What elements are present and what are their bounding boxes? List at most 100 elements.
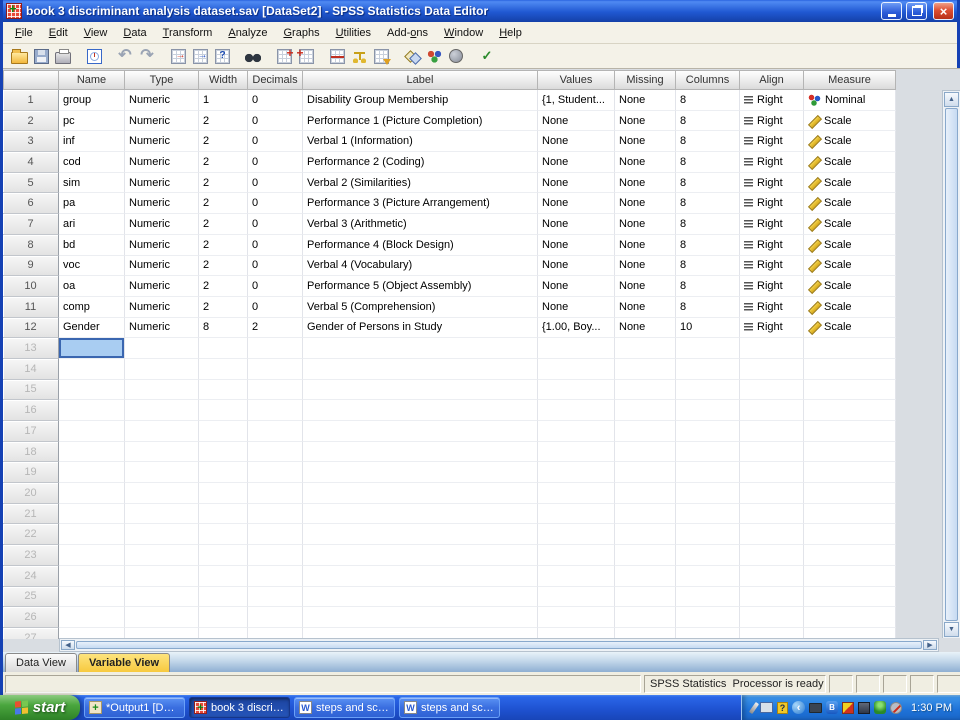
cell-name[interactable]: [59, 483, 125, 504]
row-number[interactable]: 18: [3, 442, 59, 463]
cell-name[interactable]: [59, 359, 125, 380]
cell-columns[interactable]: 8: [676, 256, 740, 277]
row-number[interactable]: 4: [3, 152, 59, 173]
cell-name[interactable]: [59, 504, 125, 525]
cell-label[interactable]: Verbal 2 (Similarities): [303, 173, 538, 194]
menu-view[interactable]: View: [76, 24, 116, 42]
header-columns[interactable]: Columns: [676, 70, 740, 90]
taskbar-task[interactable]: steps and scree...: [294, 697, 395, 718]
cell-columns[interactable]: 8: [676, 152, 740, 173]
row-number[interactable]: 26: [3, 607, 59, 628]
row-number[interactable]: 9: [3, 256, 59, 277]
cell-align[interactable]: Right: [740, 235, 804, 256]
redo-button[interactable]: [136, 46, 158, 66]
variables-button[interactable]: [211, 46, 233, 66]
cell-width[interactable]: [199, 566, 248, 587]
cell-columns[interactable]: 8: [676, 297, 740, 318]
header-decimals[interactable]: Decimals: [248, 70, 303, 90]
cell-width[interactable]: 1: [199, 90, 248, 111]
cell-align[interactable]: [740, 421, 804, 442]
row-number[interactable]: 21: [3, 504, 59, 525]
cell-measure[interactable]: Scale: [804, 256, 896, 277]
cell-measure[interactable]: Scale: [804, 297, 896, 318]
cell-decimals[interactable]: [248, 400, 303, 421]
horizontal-scrollbar[interactable]: ◀ ▶: [59, 638, 939, 652]
close-button[interactable]: ×: [933, 2, 954, 20]
header-measure[interactable]: Measure: [804, 70, 896, 90]
cell-label[interactable]: Performance 1 (Picture Completion): [303, 111, 538, 132]
cell-type[interactable]: Numeric: [125, 318, 199, 339]
cell-align[interactable]: [740, 545, 804, 566]
cell-missing[interactable]: None: [615, 90, 676, 111]
cell-type[interactable]: [125, 462, 199, 483]
cell-type[interactable]: [125, 400, 199, 421]
cell-width[interactable]: [199, 359, 248, 380]
cell-width[interactable]: 2: [199, 214, 248, 235]
cell-type[interactable]: [125, 442, 199, 463]
save-file-button[interactable]: [30, 46, 52, 66]
cell-values[interactable]: [538, 607, 615, 628]
cell-missing[interactable]: [615, 380, 676, 401]
row-number[interactable]: 16: [3, 400, 59, 421]
show-all-variables-button[interactable]: [445, 46, 467, 66]
row-number[interactable]: 25: [3, 587, 59, 608]
cell-width[interactable]: [199, 442, 248, 463]
goto-variable-button[interactable]: [189, 46, 211, 66]
cell-width[interactable]: 2: [199, 111, 248, 132]
cell-decimals[interactable]: 0: [248, 297, 303, 318]
cell-decimals[interactable]: [248, 607, 303, 628]
find-button[interactable]: [242, 46, 264, 66]
cell-decimals[interactable]: 0: [248, 256, 303, 277]
cell-width[interactable]: [199, 524, 248, 545]
cell-type[interactable]: Numeric: [125, 152, 199, 173]
volume-muted-icon[interactable]: [890, 702, 902, 714]
cell-missing[interactable]: None: [615, 276, 676, 297]
row-number[interactable]: 2: [3, 111, 59, 132]
cell-name[interactable]: Gender: [59, 318, 125, 339]
menu-help[interactable]: Help: [491, 24, 530, 42]
menu-utilities[interactable]: Utilities: [328, 24, 379, 42]
cell-width[interactable]: 2: [199, 276, 248, 297]
cell-values[interactable]: None: [538, 214, 615, 235]
cell-label[interactable]: Performance 3 (Picture Arrangement): [303, 193, 538, 214]
cell-values[interactable]: [538, 462, 615, 483]
cell-label[interactable]: Performance 5 (Object Assembly): [303, 276, 538, 297]
cell-decimals[interactable]: [248, 483, 303, 504]
weight-cases-button[interactable]: [348, 46, 370, 66]
cell-missing[interactable]: None: [615, 152, 676, 173]
cell-measure[interactable]: Nominal: [804, 90, 896, 111]
cell-name[interactable]: [59, 607, 125, 628]
header-missing[interactable]: Missing: [615, 70, 676, 90]
cell-measure[interactable]: Scale: [804, 173, 896, 194]
cell-type[interactable]: [125, 504, 199, 525]
cell-values[interactable]: [538, 421, 615, 442]
cell-type[interactable]: Numeric: [125, 214, 199, 235]
row-number[interactable]: 20: [3, 483, 59, 504]
cell-width[interactable]: 2: [199, 297, 248, 318]
cell-values[interactable]: None: [538, 152, 615, 173]
cell-columns[interactable]: [676, 359, 740, 380]
cell-missing[interactable]: [615, 421, 676, 442]
cell-measure[interactable]: Scale: [804, 131, 896, 152]
cell-align[interactable]: Right: [740, 256, 804, 277]
scroll-right-button[interactable]: ▶: [923, 640, 937, 650]
cell-columns[interactable]: [676, 400, 740, 421]
cell-decimals[interactable]: [248, 338, 303, 359]
cell-name[interactable]: comp: [59, 297, 125, 318]
row-number[interactable]: 12: [3, 318, 59, 339]
undo-button[interactable]: [114, 46, 136, 66]
cell-measure[interactable]: [804, 545, 896, 566]
cell-measure[interactable]: [804, 421, 896, 442]
help-icon[interactable]: [777, 702, 788, 714]
cell-label[interactable]: Performance 2 (Coding): [303, 152, 538, 173]
row-number[interactable]: 13: [3, 338, 59, 359]
cell-align[interactable]: [740, 607, 804, 628]
cell-values[interactable]: [538, 338, 615, 359]
cell-name[interactable]: group: [59, 90, 125, 111]
cell-missing[interactable]: [615, 587, 676, 608]
row-number[interactable]: 1: [3, 90, 59, 111]
cell-values[interactable]: [538, 524, 615, 545]
cell-type[interactable]: [125, 566, 199, 587]
cell-values[interactable]: None: [538, 256, 615, 277]
header-align[interactable]: Align: [740, 70, 804, 90]
